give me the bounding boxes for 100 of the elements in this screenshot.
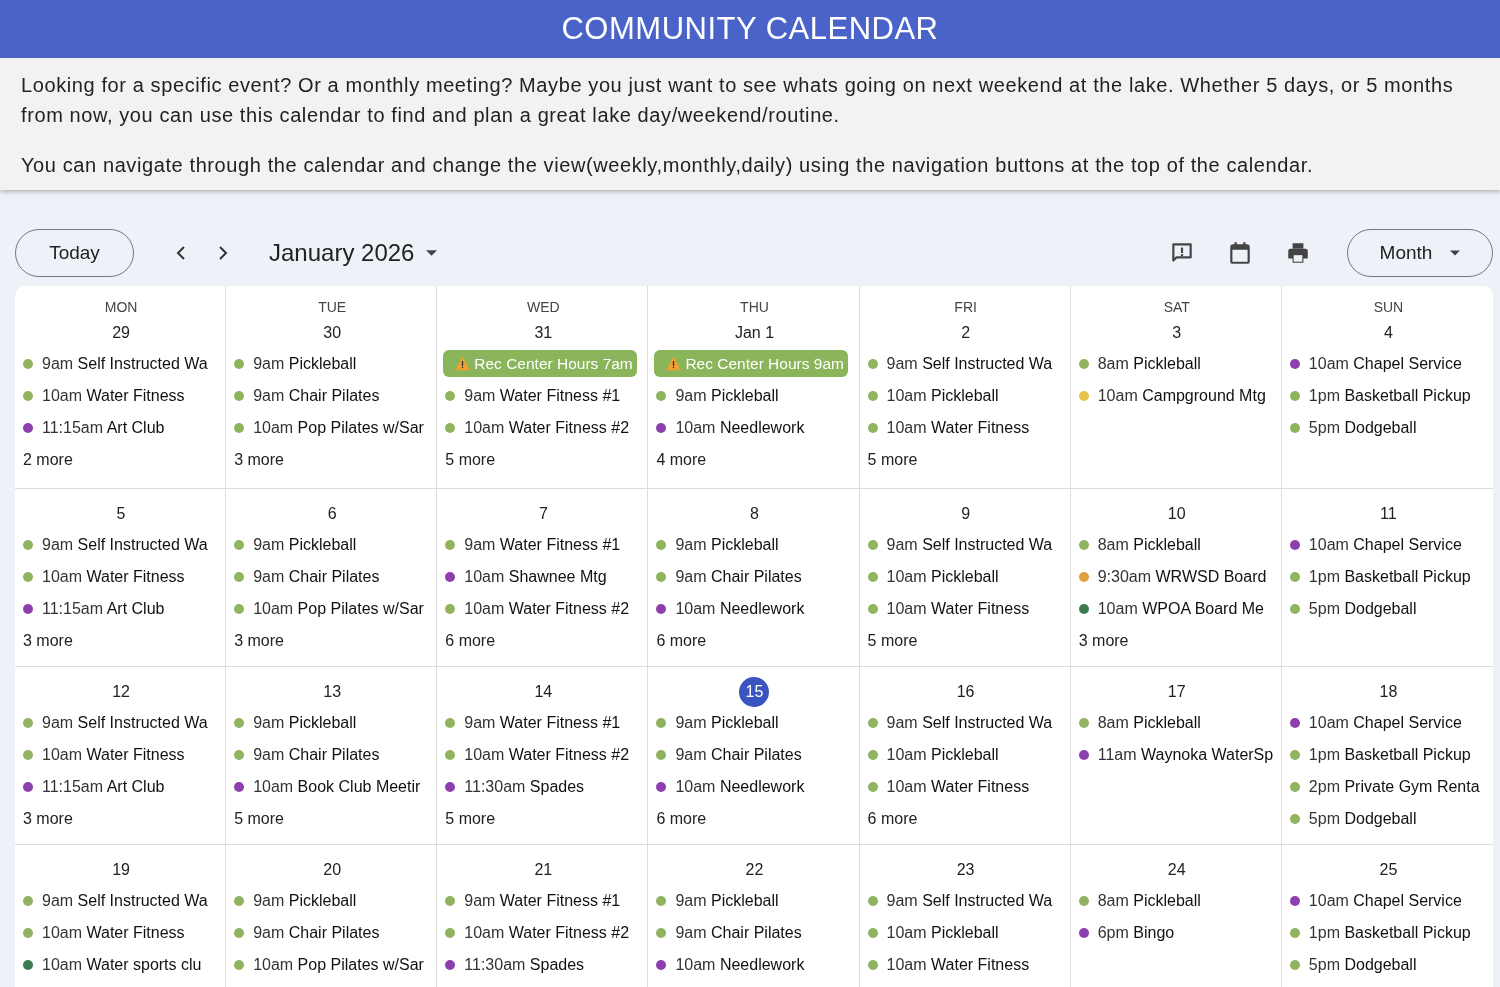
event-item[interactable]: 6pm Bingo [1097,924,1175,942]
event-item[interactable]: 11:15am Art Club [42,600,165,618]
event-item[interactable]: 8am Pickleball [1097,536,1201,554]
event-item[interactable]: 10am Chapel Service [1308,355,1462,373]
event-item[interactable]: 10am Water Fitness #2 [464,924,630,942]
day-number[interactable]: Jan 1 [732,318,777,348]
event-item[interactable]: 9am Pickleball [675,387,779,405]
event-item[interactable]: 10am Pop Pilates w/Sar [253,600,424,618]
day-number[interactable]: 31 [528,318,559,348]
day-number[interactable]: 5 [106,499,137,529]
day-number[interactable]: 20 [317,855,348,885]
event-item[interactable]: 10am Shawnee Mtg [464,568,607,586]
more-link[interactable]: 3 more [23,625,73,657]
day-number[interactable]: 8 [739,499,770,529]
event-item[interactable]: 10am Water Fitness [886,956,1030,974]
more-link[interactable]: 2 more [23,444,73,476]
event-item[interactable]: 9am Self Instructed Wa [886,714,1053,732]
day-number[interactable]: 17 [1161,677,1192,707]
event-item[interactable]: 9am Self Instructed Wa [42,714,208,732]
event-item[interactable]: 10am Pickleball [886,568,999,586]
event-item[interactable]: 9am Water Fitness #1 [464,714,621,732]
event-item[interactable]: 9am Pickleball [675,892,779,910]
more-link[interactable]: 6 more [656,625,707,657]
day-number[interactable]: 9 [950,499,981,529]
event-item[interactable]: 10am Water Fitness [886,419,1030,437]
event-item[interactable]: 9am Water Fitness #1 [464,892,621,910]
event-item[interactable]: 10am Pickleball [886,387,999,405]
event-item[interactable]: 9am Pickleball [253,355,357,373]
event-item[interactable]: 10am Pop Pilates w/Sar [253,956,424,974]
more-link[interactable]: 5 more [867,444,918,476]
day-number[interactable]: 10 [1161,499,1192,529]
event-item[interactable]: 11am Waynoka WaterSp [1097,746,1274,764]
event-item[interactable]: 10am Chapel Service [1308,714,1462,732]
more-link[interactable]: 6 more [445,625,496,657]
event-item[interactable]: 10am Water Fitness #2 [464,419,630,437]
day-number[interactable]: 30 [317,318,348,348]
event-item[interactable]: 1pm Basketball Pickup [1308,568,1471,586]
more-link[interactable]: 5 more [445,803,496,835]
event-item[interactable]: 10am Water Fitness #2 [464,746,630,764]
print-icon[interactable] [1285,240,1311,266]
day-number[interactable]: 2 [950,318,981,348]
event-item[interactable]: 10am Needlework [675,419,805,437]
event-item[interactable]: 11:15am Art Club [42,419,165,437]
more-link[interactable]: 3 more [23,803,73,835]
day-number[interactable]: 16 [950,677,981,707]
event-item[interactable]: 10am Needlework [675,600,805,618]
event-item[interactable]: 10am WPOA Board Me [1097,600,1264,618]
day-number[interactable]: 6 [317,499,348,529]
event-item[interactable]: 5pm Dodgeball [1308,810,1417,828]
event-item[interactable]: 9am Self Instructed Wa [886,355,1053,373]
month-selector[interactable]: January 2026 [269,239,438,267]
event-item[interactable]: 9am Self Instructed Wa [886,892,1053,910]
more-link[interactable]: 6 more [867,803,918,835]
day-number[interactable]: 14 [528,677,559,707]
event-item[interactable]: 8am Pickleball [1097,714,1201,732]
day-number[interactable]: 24 [1161,855,1192,885]
event-item[interactable]: 9am Pickleball [253,536,357,554]
event-item[interactable]: 10am Water Fitness [42,924,185,942]
event-item[interactable]: 10am Chapel Service [1308,892,1462,910]
event-item[interactable]: 9am Pickleball [675,714,779,732]
event-item[interactable]: 10am Water Fitness [886,778,1030,796]
more-link[interactable]: 3 more [234,444,284,476]
event-item[interactable]: 9am Self Instructed Wa [42,892,208,910]
event-item[interactable]: 10am Chapel Service [1308,536,1462,554]
event-item[interactable]: 10am Water Fitness [886,600,1030,618]
event-item[interactable]: 9am Pickleball [253,714,357,732]
day-number[interactable]: 11 [1373,499,1404,529]
day-number[interactable]: 13 [317,677,348,707]
event-item[interactable]: 10am Needlework [675,778,805,796]
event-item[interactable]: 5pm Dodgeball [1308,600,1417,618]
event-item[interactable]: 10am Book Club Meetir [253,778,421,796]
event-item[interactable]: 10am Water sports clu [42,956,202,974]
event-item[interactable]: 8am Pickleball [1097,892,1201,910]
day-number[interactable]: 22 [739,855,770,885]
more-link[interactable]: 6 more [656,803,707,835]
day-number[interactable]: 4 [1373,318,1404,348]
event-item[interactable]: 9am Water Fitness #1 [464,387,621,405]
event-item[interactable]: 9am Pickleball [253,892,357,910]
event-item[interactable]: 9:30am WRWSD Board [1097,568,1267,586]
day-number[interactable]: 23 [950,855,981,885]
event-item[interactable]: 9am Self Instructed Wa [42,355,208,373]
event-item[interactable]: 9am Self Instructed Wa [42,536,208,554]
event-item[interactable]: 10am Pickleball [886,924,999,942]
day-number[interactable]: 29 [106,318,137,348]
event-item[interactable]: 10am Water Fitness #2 [464,600,630,618]
event-item[interactable]: 9am Chair Pilates [253,746,380,764]
event-item[interactable]: 11:15am Art Club [42,778,165,796]
event-item[interactable]: 9am Chair Pilates [675,924,802,942]
more-link[interactable]: 3 more [1078,625,1129,657]
day-number[interactable]: 15 [739,677,770,707]
day-number[interactable]: 12 [106,677,137,707]
more-link[interactable]: 5 more [445,444,496,476]
event-item[interactable]: 5pm Dodgeball [1308,419,1417,437]
event-item[interactable]: 9am Water Fitness #1 [464,536,621,554]
event-item[interactable]: 10am Water Fitness [42,568,185,586]
more-link[interactable]: 4 more [656,444,707,476]
event-item[interactable]: 9am Chair Pilates [675,746,802,764]
event-item[interactable]: 1pm Basketball Pickup [1308,924,1471,942]
event-item[interactable]: 10am Needlework [675,956,805,974]
event-item[interactable]: 10am Pickleball [886,746,999,764]
